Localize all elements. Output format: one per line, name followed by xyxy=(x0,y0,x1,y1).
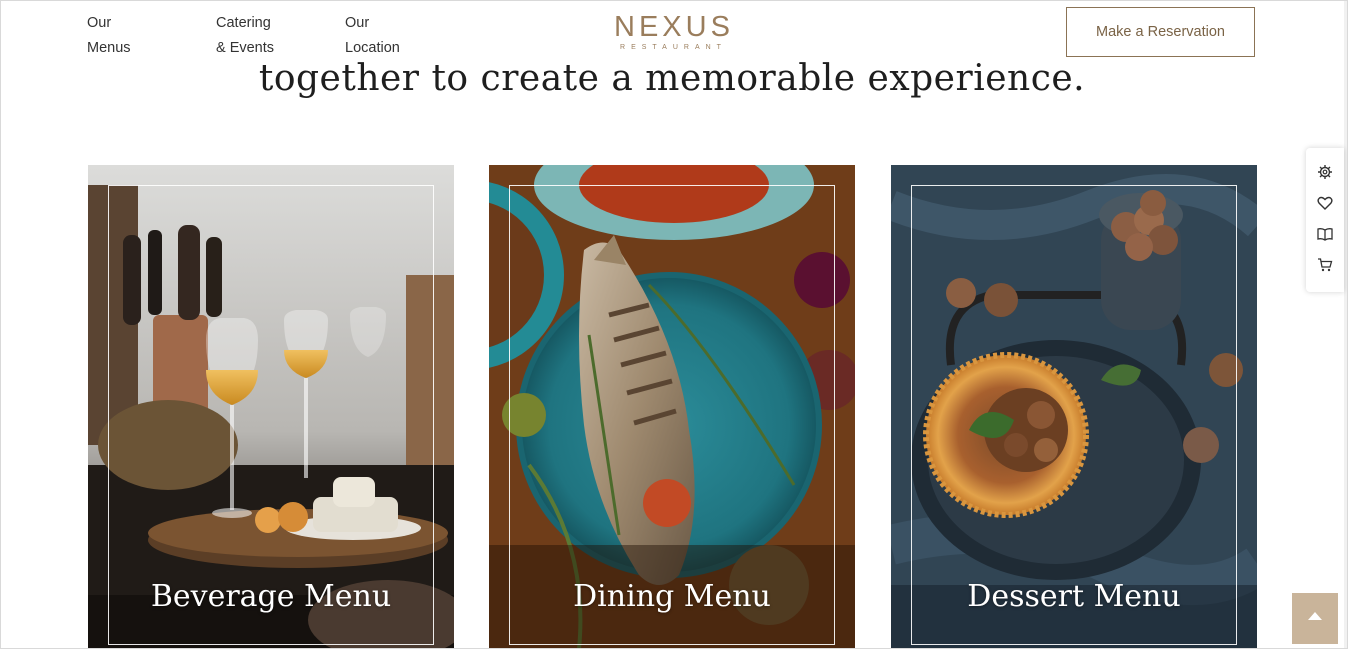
page-scrollbar[interactable] xyxy=(1344,0,1348,649)
menu-card-dining[interactable]: Dining Menu xyxy=(489,165,855,649)
card-title: Dining Menu xyxy=(573,579,771,614)
menu-card-beverage[interactable]: Beverage Menu xyxy=(88,165,454,649)
nav-label-line1: Our xyxy=(87,15,112,31)
nav-catering-events[interactable]: Catering & Events xyxy=(216,11,274,61)
cart-icon[interactable] xyxy=(1316,256,1334,274)
nav-our-menus[interactable]: Our Menus xyxy=(87,11,131,61)
nav-our-location[interactable]: Our Location xyxy=(345,11,400,61)
card-title: Beverage Menu xyxy=(150,579,392,614)
logo-name: NEXUS xyxy=(614,11,734,43)
nav-label-line1: Our xyxy=(345,15,370,31)
heart-icon[interactable] xyxy=(1316,194,1334,212)
section-headline: together to create a memorable experienc… xyxy=(258,58,1086,99)
book-icon[interactable] xyxy=(1316,225,1334,243)
menu-card-dessert[interactable]: Dessert Menu xyxy=(891,165,1257,649)
scroll-to-top-button[interactable] xyxy=(1292,593,1338,644)
logo-subtitle: RESTAURANT xyxy=(620,44,727,51)
side-tool-rail xyxy=(1306,148,1344,292)
tart-with-walnuts-photo xyxy=(891,165,1257,649)
gear-icon[interactable] xyxy=(1316,163,1334,181)
fish-on-plate-photo xyxy=(489,165,855,649)
nav-label-line1: Catering xyxy=(216,15,271,31)
make-reservation-button[interactable]: Make a Reservation xyxy=(1066,7,1255,57)
wine-and-cheese-photo xyxy=(88,165,454,649)
site-logo[interactable]: NEXUS RESTAURANT xyxy=(614,11,734,53)
card-title: Dessert Menu xyxy=(967,579,1181,614)
arrow-up-icon xyxy=(1307,610,1323,628)
